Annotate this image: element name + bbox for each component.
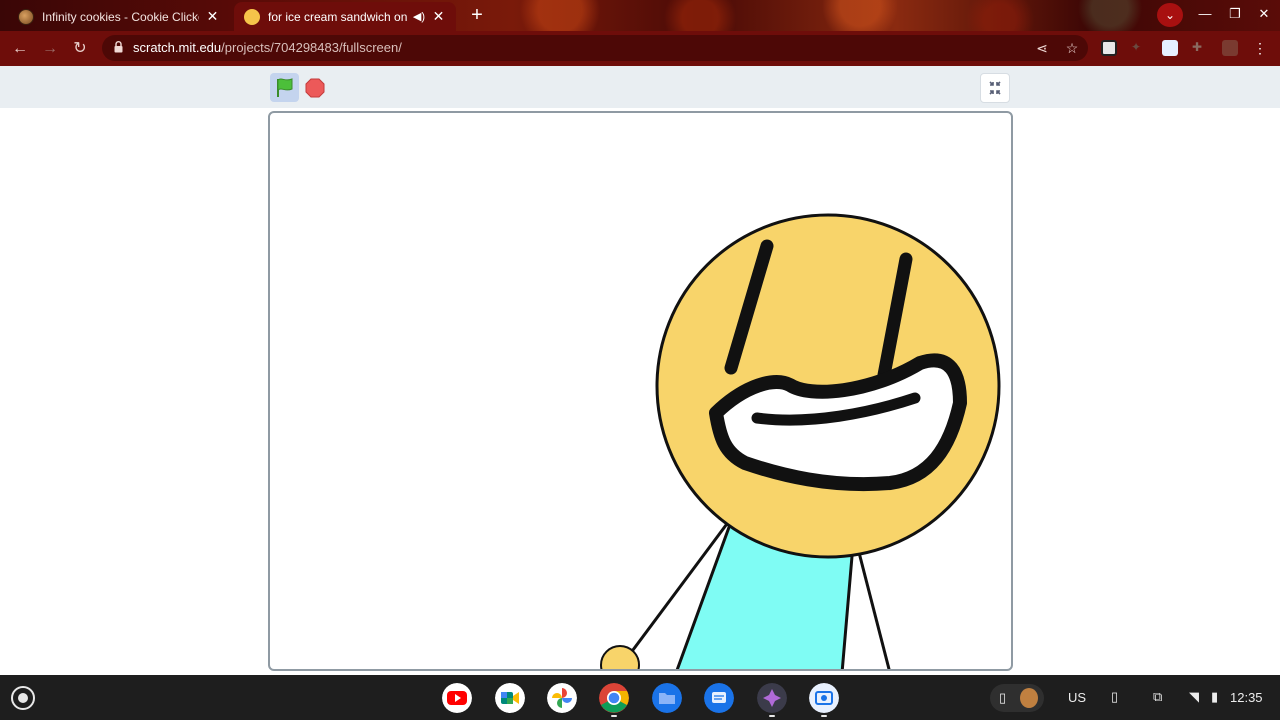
close-tab-icon[interactable]: ✕ bbox=[205, 8, 220, 25]
keyboard-layout-indicator[interactable]: US bbox=[1068, 690, 1086, 705]
battery-icon[interactable]: ▮ bbox=[1211, 689, 1218, 705]
stop-sign-icon[interactable] bbox=[305, 78, 325, 98]
bookmark-star-icon[interactable]: ☆ bbox=[1063, 39, 1081, 57]
tab-strip: Infinity cookies - Cookie Clicker ✕ for … bbox=[0, 0, 1280, 31]
os-shelf bbox=[0, 675, 1280, 720]
messages-icon[interactable] bbox=[704, 683, 734, 713]
close-tab-icon[interactable]: ✕ bbox=[431, 8, 446, 25]
screen-cast-icon[interactable]: ⧉ bbox=[1153, 689, 1162, 705]
url-path: /projects/704298483/fullscreen/ bbox=[221, 40, 402, 55]
extension-icon[interactable] bbox=[1162, 40, 1178, 56]
meet-icon[interactable] bbox=[495, 683, 525, 713]
stick-figure-character bbox=[600, 213, 1001, 669]
launcher-button[interactable] bbox=[11, 686, 35, 710]
screen-capture-icon[interactable] bbox=[809, 683, 839, 713]
chrome-icon[interactable] bbox=[599, 683, 629, 713]
green-flag-icon bbox=[277, 78, 293, 97]
cookie-favicon-icon bbox=[18, 8, 34, 25]
reload-icon[interactable]: ↻ bbox=[70, 39, 90, 59]
url-domain: scratch.mit.edu bbox=[133, 40, 222, 55]
extensions-puzzle-icon[interactable]: ✚ bbox=[1192, 40, 1208, 56]
files-icon[interactable] bbox=[652, 683, 682, 713]
url-text: scratch.mit.edu/projects/704298483/fulls… bbox=[133, 40, 402, 55]
back-icon[interactable]: ← bbox=[10, 39, 30, 59]
exit-fullscreen-icon bbox=[989, 81, 1001, 95]
tab-title: Infinity cookies - Cookie Clicker bbox=[42, 9, 199, 24]
extension-icon[interactable] bbox=[1101, 40, 1117, 56]
minimize-icon[interactable]: — bbox=[1195, 6, 1215, 24]
tab-scratch-project[interactable]: for ice cream sandwich on S ◀) ✕ bbox=[234, 2, 456, 31]
game-app-icon[interactable] bbox=[757, 683, 787, 713]
scratch-controls-bar bbox=[0, 66, 1280, 108]
recent-file-thumbnail bbox=[1020, 688, 1038, 708]
running-indicator bbox=[769, 715, 775, 717]
youtube-icon[interactable] bbox=[442, 683, 472, 713]
new-tab-button[interactable]: + bbox=[466, 5, 488, 27]
wifi-icon[interactable]: ◥ bbox=[1189, 689, 1199, 705]
green-flag-button[interactable] bbox=[270, 73, 299, 102]
share-icon[interactable]: ⋖ bbox=[1033, 39, 1051, 57]
tab-search-chevron-icon[interactable]: ⌄ bbox=[1157, 3, 1183, 27]
speaker-icon[interactable]: ◀) bbox=[413, 10, 425, 23]
scratch-favicon-icon bbox=[244, 8, 260, 25]
address-bar[interactable]: scratch.mit.edu/projects/704298483/fulls… bbox=[102, 35, 1088, 61]
running-indicator bbox=[821, 715, 827, 717]
holding-space-tray[interactable]: ▯ bbox=[990, 684, 1044, 712]
restore-icon[interactable]: ❐ bbox=[1225, 6, 1245, 24]
exit-fullscreen-button[interactable] bbox=[980, 73, 1010, 103]
photos-icon[interactable] bbox=[547, 683, 577, 713]
tab-title: for ice cream sandwich on S bbox=[268, 9, 409, 24]
menu-icon[interactable]: ⋮ bbox=[1252, 40, 1268, 56]
lock-icon bbox=[114, 41, 123, 53]
profile-avatar-icon[interactable] bbox=[1222, 40, 1238, 56]
tab-cookie-clicker[interactable]: Infinity cookies - Cookie Clicker ✕ bbox=[8, 2, 230, 31]
forward-icon[interactable]: → bbox=[40, 39, 60, 59]
phone-hub-icon[interactable]: ▯ bbox=[1111, 689, 1118, 705]
project-stage[interactable] bbox=[268, 111, 1013, 671]
running-indicator bbox=[611, 715, 617, 717]
file-icon: ▯ bbox=[999, 690, 1007, 705]
extension-puzzle-icon[interactable]: ✦ bbox=[1131, 40, 1147, 56]
clock[interactable]: 12:35 bbox=[1230, 690, 1263, 705]
close-window-icon[interactable]: ✕ bbox=[1254, 6, 1274, 24]
stage-canvas bbox=[600, 213, 1001, 669]
